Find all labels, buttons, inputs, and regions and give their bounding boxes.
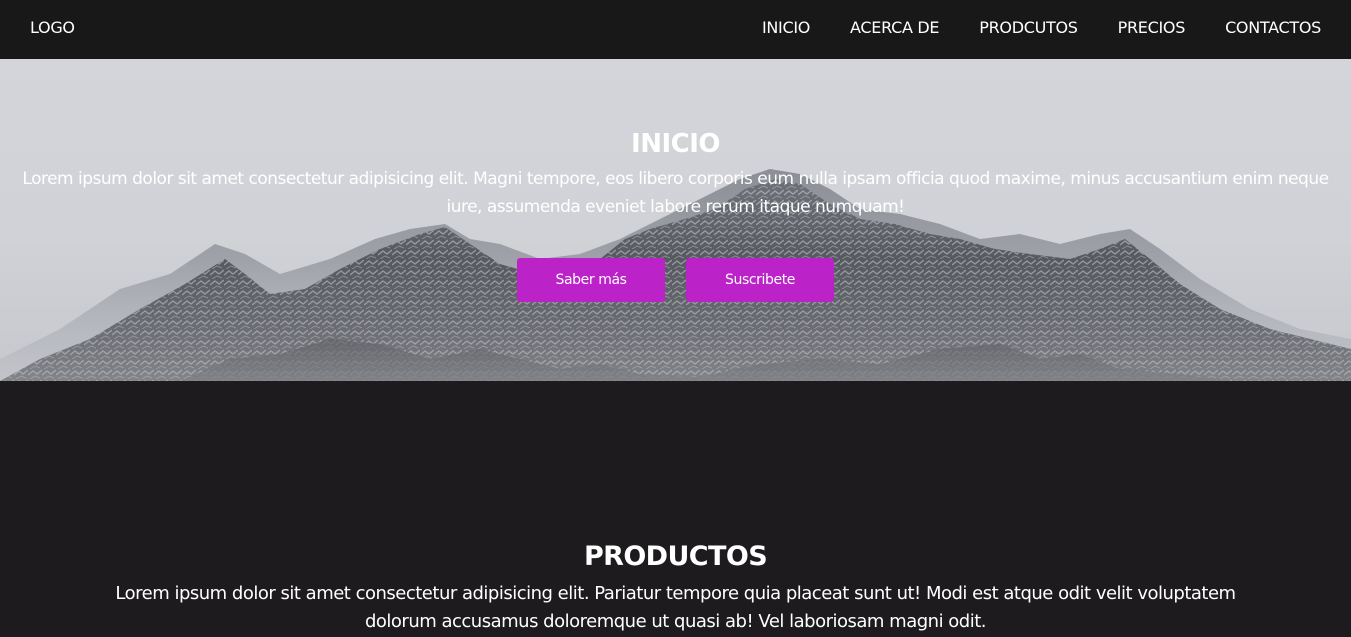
nav-link-contactos[interactable]: CONTACTOS (1225, 18, 1321, 37)
hero-description: Lorem ipsum dolor sit amet consectetur a… (22, 169, 1329, 217)
suscribete-button[interactable]: Suscribete (686, 258, 834, 302)
nav-links: INICIO ACERCA DE PRODCUTOS PRECIOS CONTA… (762, 18, 1321, 37)
products-description: Lorem ipsum dolor sit amet consectetur a… (115, 583, 1236, 632)
nav-link-precios[interactable]: PRECIOS (1118, 18, 1186, 37)
navbar: LOGO INICIO ACERCA DE PRODCUTOS PRECIOS … (0, 0, 1351, 59)
products-title: PRODUCTOS (583, 541, 768, 572)
saber-mas-button[interactable]: Saber más (517, 258, 665, 302)
nav-link-acerca-de[interactable]: ACERCA DE (850, 18, 940, 37)
products-section: PRODUCTOS Lorem ipsum dolor sit amet con… (0, 381, 1351, 637)
hero-section: INICIO Lorem ipsum dolor sit amet consec… (0, 59, 1351, 381)
logo[interactable]: LOGO (30, 18, 75, 37)
nav-link-productos[interactable]: PRODCUTOS (979, 18, 1078, 37)
nav-link-inicio[interactable]: INICIO (762, 18, 810, 37)
hero-title: INICIO (631, 129, 720, 159)
